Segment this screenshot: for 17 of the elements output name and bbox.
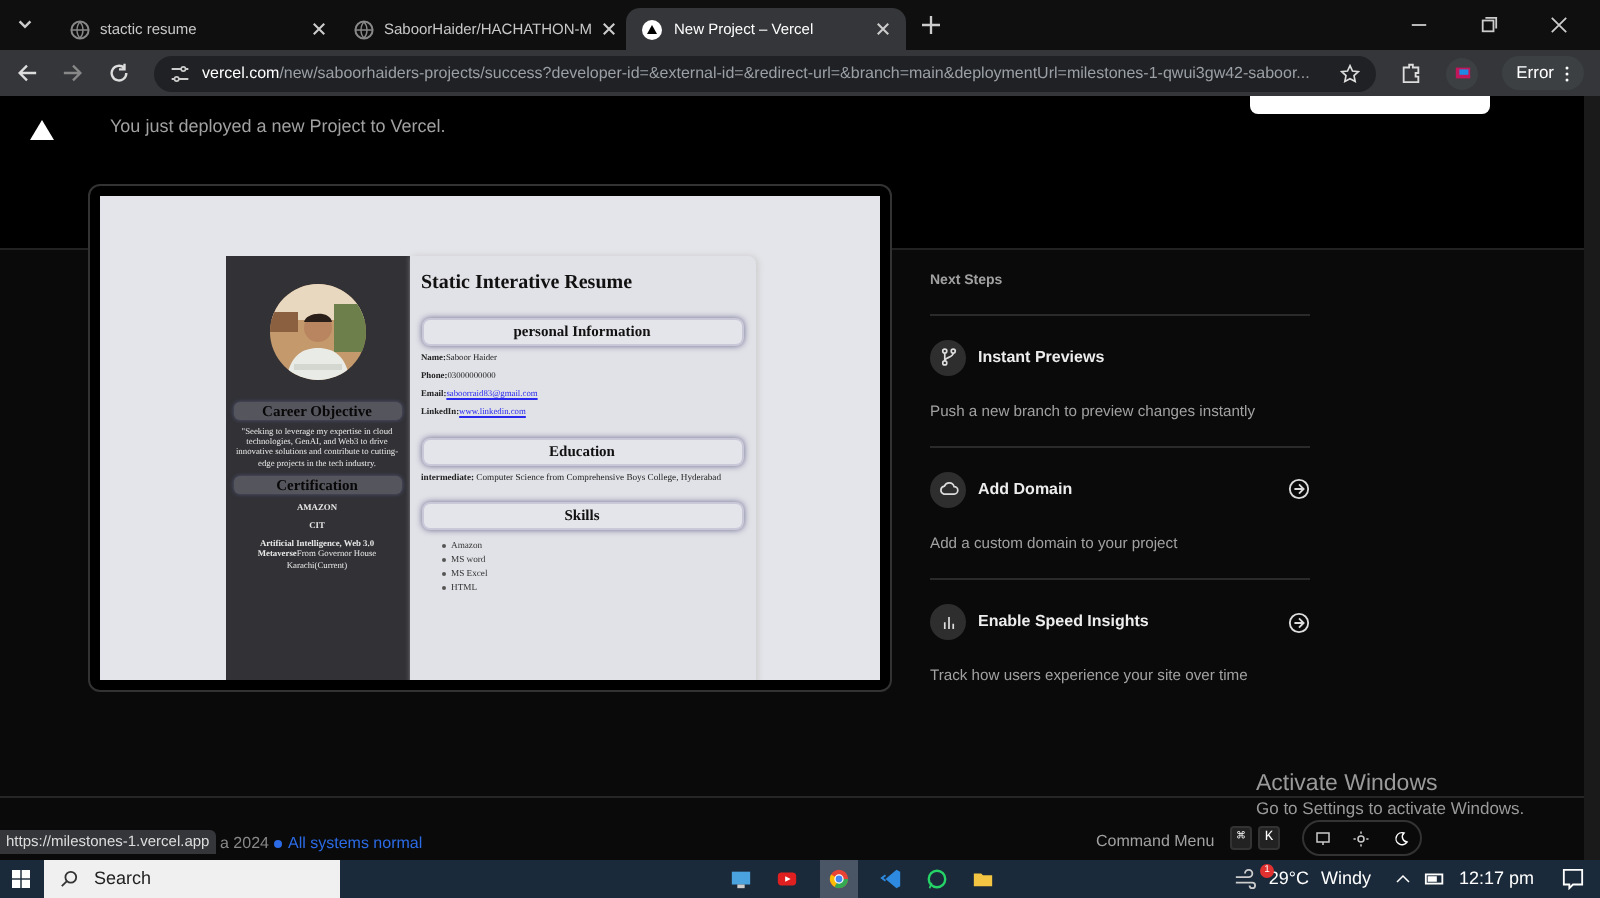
activation-subtitle: Go to Settings to activate Windows. [1256, 798, 1525, 820]
step-title[interactable]: Add Domain [978, 477, 1276, 502]
deploy-message: You just deployed a new Project to Vercel. [110, 114, 446, 140]
command-menu-label[interactable]: Command Menu [1096, 830, 1215, 854]
profile-error-button[interactable]: Error [1502, 56, 1584, 90]
activation-title: Activate Windows [1256, 770, 1440, 798]
address-bar[interactable]: vercel.com/new/saboorhaiders-projects/success?developer-id=&external-id=&redirect-url=&branch=main&deploymentUrl=milestones-1-qwui3gw42-saboor... [154, 55, 1377, 91]
step-title[interactable]: Enable Speed Insights [978, 610, 1276, 635]
taskbar-search-field[interactable]: Search [44, 860, 340, 898]
temperature-text: 29°C [1268, 867, 1309, 892]
step-title[interactable]: Instant Previews [978, 345, 1310, 369]
resume-title: Static Interative Resume [421, 272, 635, 296]
url-text: vercel.com/new/saboorhaiders-projects/success?developer-id=&external-id=&redirect-url=&branch=main&deploymentUrl=milestones-1-qwui3gw42-saboor... [202, 61, 1312, 85]
clock-text: 12:17 pm [1458, 865, 1534, 892]
status-link[interactable]: All systems normal [274, 832, 423, 856]
weather-condition: Windy [1320, 865, 1371, 892]
copyright-text: a 2024 [220, 832, 269, 856]
